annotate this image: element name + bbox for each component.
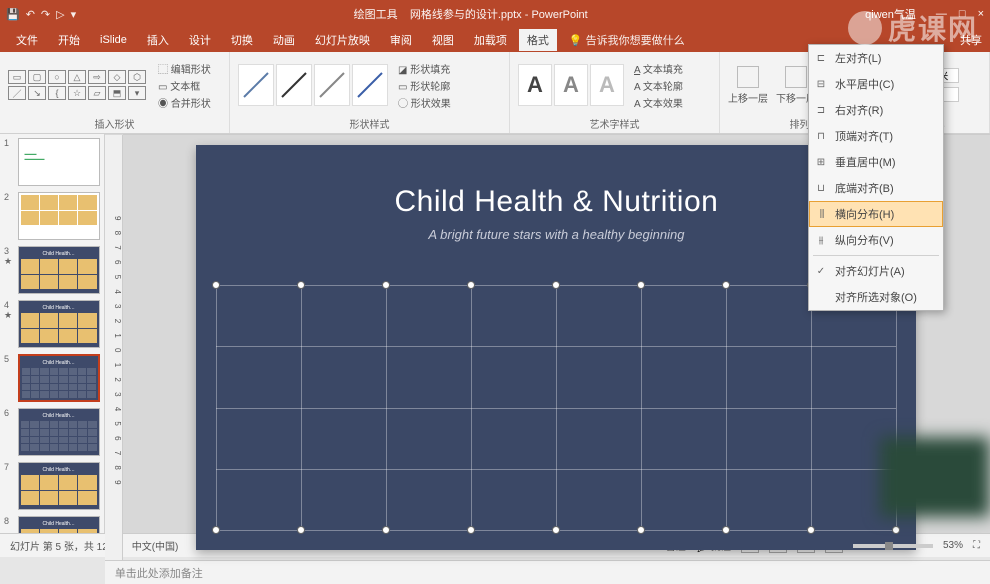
align-dropdown: ⊏左对齐(L) ⊟水平居中(C) ⊐右对齐(R) ⊓顶端对齐(T) ⊞垂直居中(… (808, 44, 944, 311)
thumb-5[interactable]: Child Health… (18, 354, 100, 402)
share-button[interactable]: 共享 (960, 32, 982, 48)
selection-handle[interactable] (212, 526, 220, 534)
redo-icon[interactable]: ↷ (41, 8, 50, 21)
align-center-h-icon: ⊟ (814, 77, 828, 91)
selection-handle[interactable] (722, 526, 730, 534)
tab-file[interactable]: 文件 (8, 29, 46, 51)
selection-handle[interactable] (467, 526, 475, 534)
tab-transitions[interactable]: 切换 (223, 29, 261, 51)
selection-handle[interactable] (807, 526, 815, 534)
align-bottom-icon: ⊔ (814, 181, 828, 195)
align-middle-v-icon: ⊞ (814, 155, 828, 169)
shape-fill-button[interactable]: ◪ 形状填充 (398, 61, 451, 76)
text-effects-button[interactable]: A 文本效果 (634, 95, 683, 110)
selection-handle[interactable] (722, 281, 730, 289)
group-shape-styles: 形状样式 (238, 114, 501, 131)
tab-animations[interactable]: 动画 (265, 29, 303, 51)
document-title: 绘图工具 网格线参与的设计.pptx - PowerPoint (76, 6, 865, 22)
text-fill-button[interactable]: A 文本填充 (634, 61, 683, 76)
shapes-gallery[interactable]: ▭▢○△⇨◇⬡ ／↘{☆▱⬒▾ (8, 70, 148, 100)
distribute-horizontal[interactable]: ⫼横向分布(H) (809, 201, 943, 227)
selection-handle[interactable] (382, 526, 390, 534)
tab-view[interactable]: 视图 (424, 29, 462, 51)
selection-handle[interactable] (297, 281, 305, 289)
undo-icon[interactable]: ↶ (26, 8, 35, 21)
selection-handle[interactable] (892, 526, 900, 534)
thumb-6[interactable]: Child Health… (18, 408, 100, 456)
grid-shape[interactable] (216, 285, 896, 530)
group-wordart: 艺术字样式 (518, 114, 711, 131)
tab-design[interactable]: 设计 (181, 29, 219, 51)
textbox-button[interactable]: ▭ 文本框 (158, 78, 211, 93)
title-bar: 💾 ↶ ↷ ▷ ▾ 绘图工具 网格线参与的设计.pptx - PowerPoin… (0, 0, 990, 28)
align-left-icon: ⊏ (814, 51, 828, 65)
selection-handle[interactable] (552, 526, 560, 534)
dist-h-icon: ⫼ (815, 207, 829, 221)
align-middle-v[interactable]: ⊞垂直居中(M) (809, 149, 943, 175)
user-name: qiwen气温 (865, 6, 916, 22)
tell-me[interactable]: 💡 告诉我你想要做什么 (569, 32, 685, 48)
wordart-gallery[interactable]: AAA (518, 64, 624, 106)
thumb-8[interactable]: Child Health… (18, 516, 100, 533)
group-insert-shapes: 插入形状 (8, 114, 221, 131)
tab-insert[interactable]: 插入 (139, 29, 177, 51)
align-top-icon: ⊓ (814, 129, 828, 143)
minimize-icon[interactable]: — (936, 8, 947, 20)
thumb-2[interactable] (18, 192, 100, 240)
tab-addins[interactable]: 加载项 (466, 29, 515, 51)
align-bottom[interactable]: ⊔底端对齐(B) (809, 175, 943, 201)
vertical-ruler: 9 8 7 6 5 4 3 2 1 0 1 2 3 4 5 6 7 8 9 (105, 135, 123, 560)
align-right[interactable]: ⊐右对齐(R) (809, 97, 943, 123)
selection-handle[interactable] (637, 526, 645, 534)
shape-effects-button[interactable]: ◯ 形状效果 (398, 95, 451, 110)
selection-handle[interactable] (467, 281, 475, 289)
align-right-icon: ⊐ (814, 103, 828, 117)
zoom-slider[interactable] (853, 544, 933, 548)
thumb-4[interactable]: Child Health… (18, 300, 100, 348)
bring-forward-button[interactable]: 上移一层 (728, 66, 768, 105)
tab-islide[interactable]: iSlide (92, 31, 135, 49)
align-selected[interactable]: 对齐所选对象(O) (809, 284, 943, 310)
shape-outline-button[interactable]: ▭ 形状轮廓 (398, 78, 451, 93)
window-controls: — □ × (936, 8, 984, 20)
slide-thumbnails[interactable]: 1▬▬▬▬▬▬▬▬ 2 3★Child Health… 4★Child Heal… (0, 134, 105, 533)
quick-access-toolbar: 💾 ↶ ↷ ▷ ▾ (6, 8, 76, 21)
selection-handle[interactable] (552, 281, 560, 289)
restore-icon[interactable]: □ (959, 8, 966, 20)
check-icon: ✓ (814, 264, 828, 278)
notes-panel[interactable]: 单击此处添加备注 (105, 560, 990, 584)
align-center-h[interactable]: ⊟水平居中(C) (809, 71, 943, 97)
overlay-blob (880, 437, 990, 517)
selection-handle[interactable] (382, 281, 390, 289)
edit-shape-button[interactable]: ⬚ 编辑形状 (158, 61, 211, 76)
thumb-1[interactable]: ▬▬▬▬▬▬▬▬ (18, 138, 100, 186)
selection-handle[interactable] (637, 281, 645, 289)
close-icon[interactable]: × (978, 8, 984, 20)
align-left[interactable]: ⊏左对齐(L) (809, 45, 943, 71)
save-icon[interactable]: 💾 (6, 8, 20, 21)
text-outline-button[interactable]: A 文本轮廓 (634, 78, 683, 93)
tab-home[interactable]: 开始 (50, 29, 88, 51)
start-icon[interactable]: ▷ (56, 8, 64, 21)
tab-review[interactable]: 审阅 (382, 29, 420, 51)
distribute-vertical[interactable]: ⫵纵向分布(V) (809, 227, 943, 253)
tab-format[interactable]: 格式 (519, 29, 557, 51)
align-top[interactable]: ⊓顶端对齐(T) (809, 123, 943, 149)
selection-handle[interactable] (212, 281, 220, 289)
thumb-7[interactable]: Child Health… (18, 462, 100, 510)
shape-style-gallery[interactable] (238, 64, 388, 106)
merge-shapes-button[interactable]: ◉ 合并形状 (158, 95, 211, 110)
tab-slideshow[interactable]: 幻灯片放映 (307, 29, 378, 51)
align-to-slide[interactable]: ✓对齐幻灯片(A) (809, 258, 943, 284)
dist-v-icon: ⫵ (814, 233, 828, 247)
thumb-3[interactable]: Child Health… (18, 246, 100, 294)
selection-handle[interactable] (297, 526, 305, 534)
